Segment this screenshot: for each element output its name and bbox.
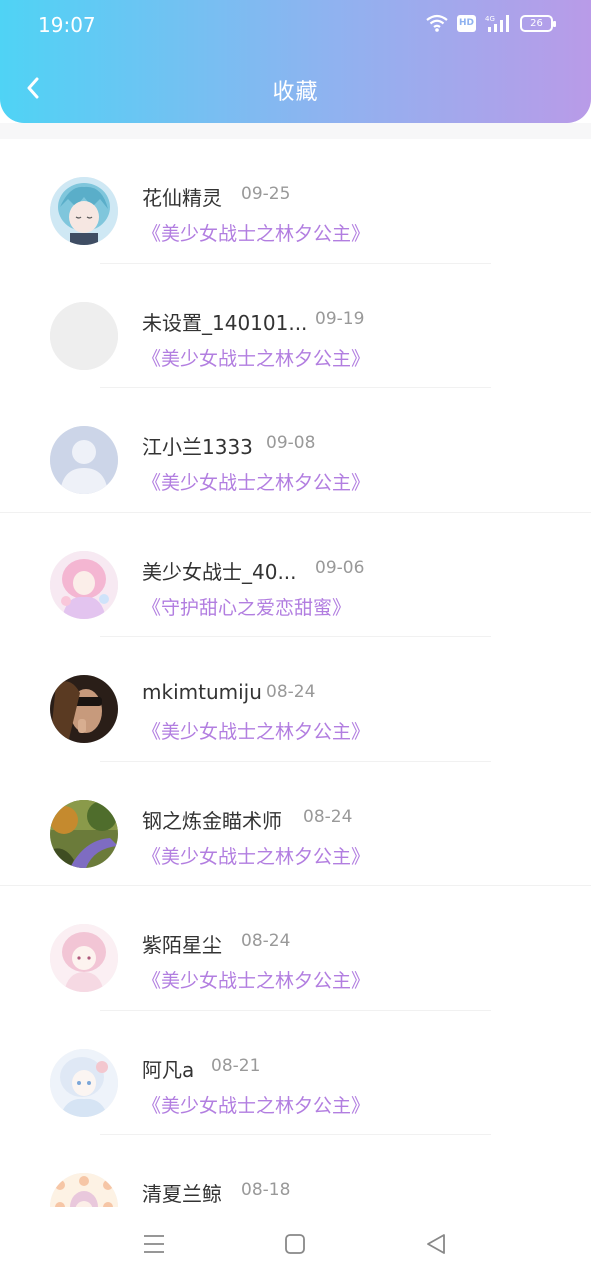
favorite-date: 08-21 (211, 1055, 261, 1076)
user-name: 江小兰1333 (142, 435, 253, 459)
system-nav-bar (0, 1207, 591, 1280)
signal-icon: 4G (485, 14, 511, 32)
user-name: 清夏兰鲸 (142, 1182, 222, 1206)
favorites-list: 花仙精灵 09-25 《美少女战士之林夕公主》 未设置_140101... 09… (0, 139, 591, 1207)
app-header: 19:07 HD 4G 26 收藏 (0, 0, 591, 123)
user-name: 未设置_140101... (142, 310, 308, 335)
wifi-icon (426, 14, 448, 32)
menu-icon (144, 1235, 164, 1253)
avatar[interactable] (50, 1173, 118, 1207)
avatar[interactable] (50, 1048, 118, 1117)
work-title-link[interactable]: 《美少女战士之林夕公主》 (142, 1091, 370, 1118)
avatar[interactable] (50, 924, 118, 992)
avatar[interactable] (50, 550, 118, 619)
avatar[interactable] (50, 799, 118, 868)
work-title-link[interactable]: 《守护甜心之爱恋甜蜜》 (142, 593, 351, 620)
user-name: 美少女战士_40... (142, 559, 297, 584)
favorite-date: 09-25 (241, 184, 291, 204)
favorite-date: 09-06 (315, 557, 365, 578)
status-bar: 19:07 HD 4G 26 (0, 0, 591, 52)
user-name: 紫陌星尘 (142, 933, 222, 957)
list-item[interactable]: 清夏兰鲸 08-18 (0, 1135, 591, 1207)
list-item[interactable]: 阿凡a 08-21 《美少女战士之林夕公主》 (0, 1011, 591, 1135)
status-time: 19:07 (38, 13, 96, 37)
avatar[interactable] (50, 177, 118, 245)
favorite-date: 08-18 (241, 1180, 291, 1200)
list-item[interactable]: 花仙精灵 09-25 《美少女战士之林夕公主》 (0, 139, 591, 264)
list-item[interactable]: 未设置_140101... 09-19 《美少女战士之林夕公主》 (0, 264, 591, 388)
avatar[interactable] (50, 426, 118, 494)
favorite-date: 08-24 (241, 931, 291, 951)
list-item[interactable]: 江小兰1333 09-08 《美少女战士之林夕公主》 (0, 388, 591, 513)
list-item[interactable]: 美少女战士_40... 09-06 《守护甜心之爱恋甜蜜》 (0, 513, 591, 637)
favorite-date: 09-08 (266, 433, 316, 453)
user-name: 钢之炼金瞄术师 (142, 808, 282, 833)
status-icons: HD 4G 26 (426, 14, 556, 32)
favorite-date: 08-24 (266, 682, 316, 702)
menu-button[interactable] (139, 1229, 169, 1259)
home-square-icon (285, 1234, 305, 1254)
favorite-date: 09-19 (315, 308, 365, 329)
battery-icon: 26 (520, 14, 556, 32)
work-title-link[interactable]: 《美少女战士之林夕公主》 (142, 344, 370, 371)
user-name: 花仙精灵 (142, 186, 222, 210)
user-name: 阿凡a (142, 1057, 195, 1082)
network-label: 4G (485, 15, 495, 23)
list-item[interactable]: mkimtumiju 08-24 《美少女战士之林夕公主》 (0, 637, 591, 762)
avatar[interactable] (50, 301, 118, 370)
work-title-link[interactable]: 《美少女战士之林夕公主》 (142, 468, 370, 495)
avatar[interactable] (50, 675, 118, 743)
back-triangle-icon (427, 1234, 445, 1254)
favorite-date: 08-24 (303, 806, 353, 827)
work-title-link[interactable]: 《美少女战士之林夕公主》 (142, 219, 370, 246)
work-title-link[interactable]: 《美少女战士之林夕公主》 (142, 966, 370, 993)
system-back-button[interactable] (421, 1229, 451, 1259)
list-item[interactable]: 紫陌星尘 08-24 《美少女战士之林夕公主》 (0, 886, 591, 1011)
work-title-link[interactable]: 《美少女战士之林夕公主》 (142, 717, 370, 744)
hd-icon: HD (457, 14, 476, 32)
home-button[interactable] (280, 1229, 310, 1259)
header-spacer (0, 123, 591, 139)
work-title-link[interactable]: 《美少女战士之林夕公主》 (142, 842, 370, 869)
list-item[interactable]: 钢之炼金瞄术师 08-24 《美少女战士之林夕公主》 (0, 762, 591, 886)
page-title: 收藏 (272, 80, 319, 105)
user-name: mkimtumiju (142, 680, 262, 704)
